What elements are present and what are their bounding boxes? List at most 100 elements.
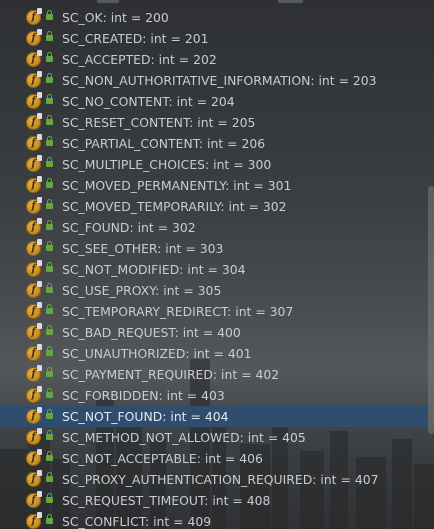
equals-sign: =: [228, 493, 247, 508]
field-row[interactable]: f SC_OK: int = 200: [0, 7, 428, 28]
field-row[interactable]: f SC_UNAUTHORIZED: int = 401: [0, 343, 428, 364]
field-row[interactable]: f SC_NO_CONTENT: int = 204: [0, 91, 428, 112]
field-label: SC_REQUEST_TIMEOUT: int = 408: [62, 490, 270, 511]
field-type: int: [165, 241, 182, 256]
field-name: SC_CREATED: [62, 31, 143, 46]
final-mark-icon: [37, 134, 42, 140]
field-label: SC_NON_AUTHORITATIVE_INFORMATION: int = …: [62, 70, 377, 91]
field-name: SC_REQUEST_TIMEOUT: [62, 493, 205, 508]
lock-icon: [46, 388, 53, 398]
field-row[interactable]: f SC_NOT_FOUND: int = 404: [0, 406, 428, 427]
field-row[interactable]: f SC_MOVED_PERMANENTLY: int = 301: [0, 175, 428, 196]
field-type: int: [150, 31, 167, 46]
field-value: 400: [217, 325, 241, 340]
field-row[interactable]: f SC_RESET_CONTENT: int = 205: [0, 112, 428, 133]
final-mark-icon: [37, 470, 42, 476]
field-row[interactable]: f SC_SEE_OTHER: int = 303: [0, 238, 428, 259]
equals-sign: =: [179, 283, 198, 298]
field-name: SC_FOUND: [62, 220, 130, 235]
field-row[interactable]: f SC_PARTIAL_CONTENT: int = 206: [0, 133, 428, 154]
separator: :: [174, 325, 183, 340]
field-type: int: [213, 157, 230, 172]
field-type: int: [221, 367, 238, 382]
vertical-scrollbar[interactable]: [428, 186, 434, 434]
field-row[interactable]: f SC_FOUND: int = 302: [0, 217, 428, 238]
field-value: 303: [199, 241, 224, 256]
field-value: 407: [354, 472, 379, 487]
field-row[interactable]: f SC_METHOD_NOT_ALLOWED: int = 405: [0, 427, 428, 448]
lock-icon: [46, 493, 53, 503]
field-type: int: [182, 325, 199, 340]
field-value: 200: [145, 10, 169, 25]
field-name: SC_PAYMENT_REQUIRED: [62, 367, 213, 382]
top-tab-left[interactable]: [97, 0, 119, 3]
field-type: int: [110, 10, 127, 25]
field-row[interactable]: f SC_CONFLICT: int = 409: [0, 511, 428, 529]
field-type: int: [166, 388, 183, 403]
field-row[interactable]: f SC_NOT_ACCEPTABLE: int = 406: [0, 448, 428, 469]
lock-icon: [46, 346, 53, 356]
field-label: SC_PAYMENT_REQUIRED: int = 402: [62, 364, 279, 385]
field-label: SC_UNAUTHORIZED: int = 401: [62, 343, 252, 364]
field-type: int: [163, 283, 180, 298]
field-label: SC_METHOD_NOT_ALLOWED: int = 405: [62, 427, 306, 448]
field-name: SC_PARTIAL_CONTENT: [62, 136, 199, 151]
field-row[interactable]: f SC_USE_PROXY: int = 305: [0, 280, 428, 301]
field-label: SC_FORBIDDEN: int = 403: [62, 385, 225, 406]
field-type: int: [228, 199, 245, 214]
field-name: SC_PROXY_AUTHENTICATION_REQUIRED: [62, 472, 313, 487]
field-name: SC_OK: [62, 10, 103, 25]
final-mark-icon: [37, 365, 42, 371]
lock-icon: [46, 430, 53, 440]
field-name: SC_UNAUTHORIZED: [62, 346, 186, 361]
equals-sign: =: [153, 220, 173, 235]
equals-sign: =: [263, 430, 283, 445]
field-row[interactable]: f SC_MOVED_TEMPORARILY: int = 302: [0, 196, 428, 217]
field-type: int: [247, 430, 264, 445]
final-mark-icon: [37, 239, 42, 245]
field-value: 404: [204, 409, 229, 424]
field-row[interactable]: f SC_ACCEPTED: int = 202: [0, 49, 428, 70]
field-label: SC_NOT_MODIFIED: int = 304: [62, 259, 246, 280]
equals-sign: =: [220, 451, 240, 466]
field-name: SC_MULTIPLE_CHOICES: [62, 157, 206, 172]
final-mark-icon: [37, 512, 42, 518]
equals-sign: =: [192, 94, 212, 109]
field-row[interactable]: f SC_REQUEST_TIMEOUT: int = 408: [0, 490, 428, 511]
equals-sign: =: [244, 199, 263, 214]
field-label: SC_ACCEPTED: int = 202: [62, 49, 217, 70]
lock-icon: [46, 10, 53, 20]
field-label: SC_CONFLICT: int = 409: [62, 511, 211, 529]
field-row[interactable]: f SC_MULTIPLE_CHOICES: int = 300: [0, 154, 428, 175]
field-label: SC_SEE_OTHER: int = 303: [62, 238, 223, 259]
field-label: SC_FOUND: int = 302: [62, 217, 196, 238]
field-type: int: [137, 220, 154, 235]
final-mark-icon: [37, 491, 42, 497]
equals-sign: =: [126, 10, 146, 25]
equals-sign: =: [213, 115, 232, 130]
top-tab-right[interactable]: [278, 0, 303, 3]
field-type: int: [187, 262, 204, 277]
field-row[interactable]: f SC_PROXY_AUTHENTICATION_REQUIRED: int =…: [0, 469, 428, 490]
field-row[interactable]: f SC_PAYMENT_REQUIRED: int = 402: [0, 364, 428, 385]
equals-sign: =: [249, 178, 268, 193]
separator: :: [144, 514, 154, 529]
field-row[interactable]: f SC_NOT_MODIFIED: int = 304: [0, 259, 428, 280]
field-row[interactable]: f SC_FORBIDDEN: int = 403: [0, 385, 428, 406]
field-value: 409: [187, 514, 212, 529]
field-row[interactable]: f SC_BAD_REQUEST: int = 400: [0, 322, 428, 343]
separator: :: [150, 52, 159, 67]
separator: :: [239, 430, 248, 445]
equals-sign: =: [181, 241, 200, 256]
field-label: SC_USE_PROXY: int = 305: [62, 280, 221, 301]
field-label: SC_MOVED_PERMANENTLY: int = 301: [62, 175, 291, 196]
field-row[interactable]: f SC_CREATED: int = 201: [0, 28, 428, 49]
field-type: int: [233, 178, 250, 193]
field-row[interactable]: f SC_NON_AUTHORITATIVE_INFORMATION: int =…: [0, 70, 428, 91]
equals-sign: =: [169, 514, 188, 529]
field-value: 304: [221, 262, 246, 277]
field-name: SC_METHOD_NOT_ALLOWED: [62, 430, 240, 445]
field-type: int: [153, 514, 170, 529]
field-row[interactable]: f SC_TEMPORARY_REDIRECT: int = 307: [0, 301, 428, 322]
separator: :: [212, 367, 222, 382]
